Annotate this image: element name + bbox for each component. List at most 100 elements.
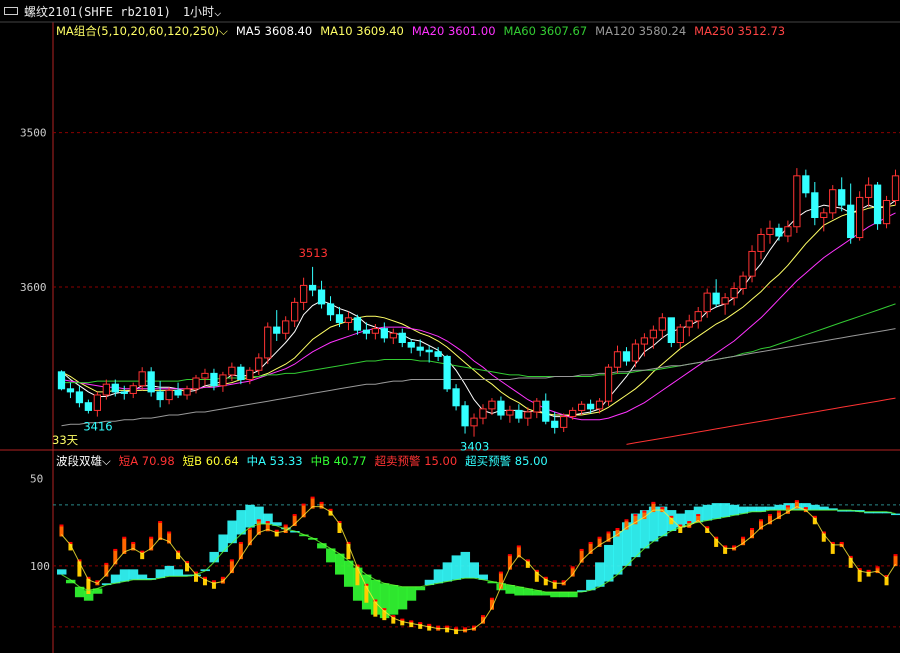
candle-body bbox=[560, 416, 568, 428]
kline-chart[interactable]: 3600 3500 3513 3416 3403 33天 100 50 bbox=[0, 0, 900, 653]
signal-cap bbox=[758, 519, 763, 522]
signal-cap bbox=[436, 625, 441, 628]
signal-bar bbox=[158, 522, 163, 540]
candle-body bbox=[264, 326, 272, 359]
candle-body bbox=[84, 402, 93, 411]
candle-body bbox=[524, 411, 532, 419]
candle-body bbox=[425, 349, 433, 353]
ribbon-bar bbox=[110, 574, 121, 584]
signal-cap bbox=[687, 521, 692, 524]
signal-cap bbox=[785, 505, 790, 508]
candle-body bbox=[147, 371, 155, 393]
candle-body bbox=[461, 405, 469, 427]
candle-body bbox=[291, 301, 299, 322]
ribbon-bar bbox=[218, 534, 228, 552]
ribbon-bar bbox=[388, 585, 399, 615]
candle-body bbox=[847, 204, 855, 239]
candle-body bbox=[210, 372, 218, 387]
candle-body bbox=[569, 409, 577, 418]
price-annotation: 33天 bbox=[52, 433, 79, 447]
candle-body bbox=[75, 391, 84, 404]
indicator-y-tick: 50 bbox=[30, 473, 43, 486]
candle-body bbox=[183, 388, 191, 396]
signal-cap bbox=[776, 510, 781, 513]
signal-cap bbox=[498, 571, 503, 574]
candle-body bbox=[506, 409, 514, 416]
candle-body bbox=[299, 284, 308, 303]
ribbon-bar bbox=[469, 562, 479, 579]
candle-body bbox=[613, 351, 622, 368]
candle-body bbox=[120, 391, 128, 394]
signal-cap bbox=[624, 519, 629, 522]
signal-cap bbox=[400, 618, 405, 621]
candle-body bbox=[407, 342, 415, 348]
ribbon-bar bbox=[173, 569, 184, 577]
candle-body bbox=[515, 409, 523, 419]
candle-body bbox=[156, 391, 164, 401]
ribbon-bar bbox=[451, 555, 462, 580]
signal-cap bbox=[427, 623, 432, 626]
candle-body bbox=[192, 377, 200, 390]
candle-body bbox=[730, 287, 738, 299]
signal-cap bbox=[893, 554, 898, 557]
candle-body bbox=[622, 351, 631, 362]
signal-cap bbox=[409, 620, 414, 623]
ribbon-bar bbox=[613, 531, 623, 575]
ribbon-bar bbox=[541, 592, 551, 596]
candle-body bbox=[111, 383, 119, 393]
candle-body bbox=[246, 369, 254, 381]
price-annotation: 3513 bbox=[299, 246, 328, 260]
candle-body bbox=[255, 357, 263, 371]
candle-body bbox=[362, 329, 371, 334]
ribbon-bar bbox=[406, 586, 417, 601]
signal-cap bbox=[651, 501, 656, 504]
ribbon-bar bbox=[442, 562, 453, 582]
ribbon-bar bbox=[559, 592, 569, 598]
candle-body bbox=[712, 292, 720, 305]
candle-body bbox=[595, 400, 604, 410]
candle-body bbox=[775, 227, 783, 237]
candle-body bbox=[380, 328, 388, 339]
ribbon-bar bbox=[433, 569, 444, 584]
candle-body bbox=[551, 420, 559, 428]
candle-body bbox=[811, 192, 819, 218]
signal-cap bbox=[489, 597, 494, 600]
signal-cap bbox=[579, 548, 584, 551]
ribbon-bar bbox=[155, 569, 166, 579]
candle-body bbox=[533, 400, 541, 413]
ribbon-bar bbox=[819, 506, 829, 511]
signal-cap bbox=[301, 503, 306, 506]
ribbon-bar bbox=[711, 503, 722, 519]
ribbon-bar bbox=[236, 510, 246, 535]
candle-body bbox=[631, 343, 640, 362]
candle-body bbox=[353, 317, 362, 331]
candle-body bbox=[864, 184, 873, 198]
signal-cap bbox=[149, 536, 154, 539]
ribbon-bar bbox=[57, 569, 67, 575]
candle-body bbox=[542, 400, 550, 422]
signal-cap bbox=[642, 510, 647, 513]
ribbon-bar bbox=[604, 544, 614, 582]
candle-body bbox=[416, 346, 424, 351]
signal-cap bbox=[220, 576, 225, 579]
signal-cap bbox=[59, 524, 64, 527]
candle-body bbox=[820, 212, 828, 218]
candle-body bbox=[282, 320, 290, 334]
signal-cap bbox=[113, 548, 118, 551]
candle-body bbox=[129, 385, 137, 394]
candle-body bbox=[237, 366, 245, 381]
signal-cap bbox=[615, 528, 620, 530]
signal-cap bbox=[292, 514, 297, 517]
signal-cap bbox=[454, 627, 459, 630]
candle-body bbox=[703, 292, 711, 313]
candle-body bbox=[793, 175, 801, 228]
signal-cap bbox=[122, 536, 127, 539]
signal-cap bbox=[552, 580, 557, 583]
candle-body bbox=[389, 332, 397, 339]
ribbon-bar bbox=[550, 592, 560, 598]
ribbon-bar bbox=[595, 562, 605, 587]
candle-body bbox=[452, 388, 460, 407]
candle-body bbox=[658, 317, 666, 331]
candle-body bbox=[721, 297, 729, 305]
ribbon-bar bbox=[514, 586, 524, 596]
